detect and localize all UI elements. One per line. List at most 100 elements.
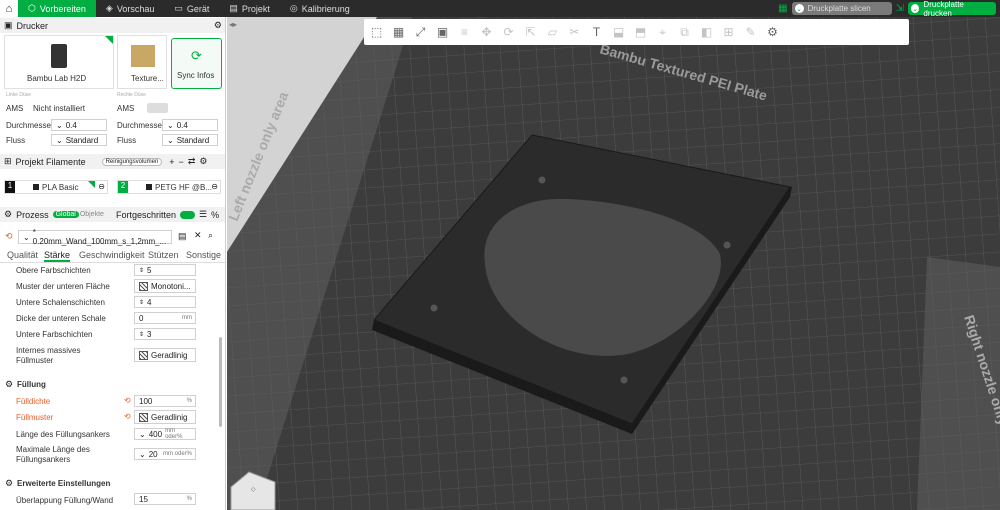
printer-section-header: ▣ Drucker ⚙ [0, 18, 225, 33]
fill-pattern-label: Füllmuster [16, 413, 54, 422]
advanced-header: Erweiterte Einstellungen [17, 479, 111, 488]
move-icon[interactable]: ✥ [478, 24, 495, 41]
filament-number-1: 1 [5, 181, 15, 193]
purge-volume-button[interactable]: Reinigungsvolumen [101, 157, 163, 166]
save-icon[interactable]: ▤ [178, 231, 187, 242]
plate-view-icon[interactable]: ▣ [434, 24, 451, 41]
printer-image [51, 44, 67, 68]
setting-input[interactable]: ⇕ 4 [134, 296, 196, 308]
swap-icon[interactable]: ⇄ [188, 156, 196, 167]
mount-hole [723, 241, 731, 249]
gear-icon[interactable]: ⚙ [199, 156, 207, 167]
measure-icon[interactable]: ⌖ [654, 24, 671, 41]
layers-icon[interactable]: ≡ [456, 24, 473, 41]
flow-select-right[interactable]: ⌄ Standard [162, 134, 218, 146]
fill-anchor-input[interactable]: ⌄ 400 mm oder% [134, 428, 196, 440]
objects-toggle[interactable]: Objekte [80, 211, 104, 218]
diameter-label-left: Durchmesser [6, 121, 54, 130]
text-icon[interactable]: T [588, 24, 605, 41]
plate-card[interactable]: Texture... [117, 35, 167, 89]
brim-ear-icon[interactable]: ◧ [698, 24, 715, 41]
right-nozzle-title: Rechte Düse [117, 92, 146, 98]
setting-input[interactable]: ⇕ 5 [134, 264, 196, 276]
diameter-select-left[interactable]: ⌄ 0.4 [51, 119, 107, 131]
settings-icon[interactable]: ⚙ [764, 24, 781, 41]
scale-icon[interactable]: ⇱ [522, 24, 539, 41]
home-icon[interactable]: ⌂ [0, 0, 18, 17]
fill-density-input[interactable]: 100% [134, 395, 196, 407]
setting-label: Untere Farbschichten [16, 330, 93, 339]
setting-input[interactable]: ⇕ 3 [134, 328, 196, 340]
tab-staerke[interactable]: Stärke [44, 250, 71, 262]
reset-icon[interactable]: ⟲ [124, 396, 131, 405]
fill-pattern-select[interactable]: Geradlinig [134, 410, 196, 424]
color-paint-icon[interactable]: ✎ [742, 24, 759, 41]
advanced-settings-icon: ⚙ [5, 478, 14, 488]
ams-status-left: Nicht installiert [33, 104, 86, 113]
reset-icon[interactable]: ⟲ [5, 231, 13, 242]
tab-geschwindigkeit[interactable]: Geschwindigkeit [79, 250, 145, 260]
flow-select-left[interactable]: ⌄ Standard [51, 134, 107, 146]
print-button[interactable]: ⌄ Druckplatte drucken [908, 0, 996, 18]
diameter-select-right[interactable]: ⌄ 0.4 [162, 119, 218, 131]
slice-button[interactable]: ⌄ Druckplatte slicen [791, 2, 892, 15]
chevron-down-icon: ⌄ [23, 232, 30, 242]
tab-projekt[interactable]: ▤ Projekt [219, 0, 280, 17]
process-preset-select[interactable]: ⌄ * 0.20mm_Wand_100mm_s_1,2mm_... [18, 228, 172, 246]
tab-kalibrierung[interactable]: ◎ Kalibrierung [280, 0, 360, 17]
lay-flat-icon[interactable]: ▱ [544, 24, 561, 41]
tab-vorbereiten[interactable]: ⬡ Vorbereiten [18, 0, 96, 17]
setting-input[interactable]: 0 mm [134, 312, 196, 324]
list-icon[interactable]: ☰ [199, 209, 207, 220]
add-object-icon[interactable]: ⬚ [368, 24, 385, 41]
3d-viewport[interactable]: Bambu Textured PEI Plate Left nozzle onl… [227, 17, 1000, 510]
plate-name: Texture... [131, 74, 164, 83]
calendar-icon[interactable]: ▦ [778, 3, 787, 14]
reset-icon[interactable]: ⟲ [124, 412, 131, 421]
remove-icon[interactable]: − [179, 157, 184, 167]
flow-label-left: Fluss [6, 136, 26, 145]
svg-text:◇: ◇ [251, 487, 256, 493]
overlap-input[interactable]: 15% [134, 493, 196, 505]
fill-maxanchor-input[interactable]: ⌄ 20 mm oder% [134, 448, 196, 460]
target-icon: ◎ [289, 3, 298, 13]
global-toggle[interactable]: Global [52, 211, 79, 218]
orient-icon[interactable]: ⤢ [412, 24, 429, 41]
gear-icon[interactable]: ⚙ [214, 20, 222, 31]
remove-circle-icon[interactable]: ⊖ [211, 182, 218, 191]
rotate-icon[interactable]: ⟳ [500, 24, 517, 41]
tab-vorschau[interactable]: ◈ Vorschau [96, 0, 164, 17]
setting-label: Untere Schalenschichten [16, 298, 105, 307]
flow-label-right: Fluss [117, 136, 137, 145]
advanced-switch[interactable] [179, 210, 195, 219]
tab-qualitaet[interactable]: Qualität [7, 250, 38, 260]
setting-select[interactable]: Monotoni... [134, 279, 196, 293]
percent-icon[interactable]: % [211, 210, 219, 220]
ams-slots-icon [147, 103, 168, 113]
scrollbar[interactable] [219, 337, 222, 427]
export-icon[interactable]: ⇲ [896, 3, 904, 14]
tab-stuetzen[interactable]: Stützen [148, 250, 179, 260]
filament-item-1[interactable]: 1 PLA Basic ⊖ [4, 180, 108, 194]
tab-geraet[interactable]: ▭ Gerät [164, 0, 219, 17]
add-icon[interactable]: + [169, 157, 174, 167]
remove-circle-icon[interactable]: ⊖ [98, 182, 105, 191]
build-plate-scene[interactable]: Bambu Textured PEI Plate Left nozzle onl… [227, 17, 1000, 510]
grid-arrange-icon[interactable]: ▦ [390, 24, 407, 41]
setting-select[interactable]: Geradlinig [134, 348, 196, 362]
sync-button[interactable]: ⟳ Sync Infos [171, 38, 222, 89]
filament-item-2[interactable]: 2 PETG HF @B... ⊖ [117, 180, 221, 194]
assembly-icon[interactable]: ⊞ [720, 24, 737, 41]
spin-icon: ⇕ [139, 331, 145, 338]
tab-sonstige[interactable]: Sonstige [186, 250, 221, 260]
search-icon[interactable]: ⌕ [208, 230, 213, 241]
printer-card[interactable]: Bambu Lab H2D [4, 35, 114, 89]
close-icon[interactable]: ✕ [194, 230, 202, 241]
support-paint-icon[interactable]: ⬓ [610, 24, 627, 41]
setting-label: Internes massives Füllmuster [16, 346, 81, 365]
collapse-sidebar-icon[interactable]: ◂▸ [229, 20, 237, 29]
cut-icon[interactable]: ✂ [566, 24, 583, 41]
boolean-icon[interactable]: ⧉ [676, 24, 693, 41]
seam-paint-icon[interactable]: ⬒ [632, 24, 649, 41]
setting-label: Muster der unteren Fläche [16, 282, 110, 291]
